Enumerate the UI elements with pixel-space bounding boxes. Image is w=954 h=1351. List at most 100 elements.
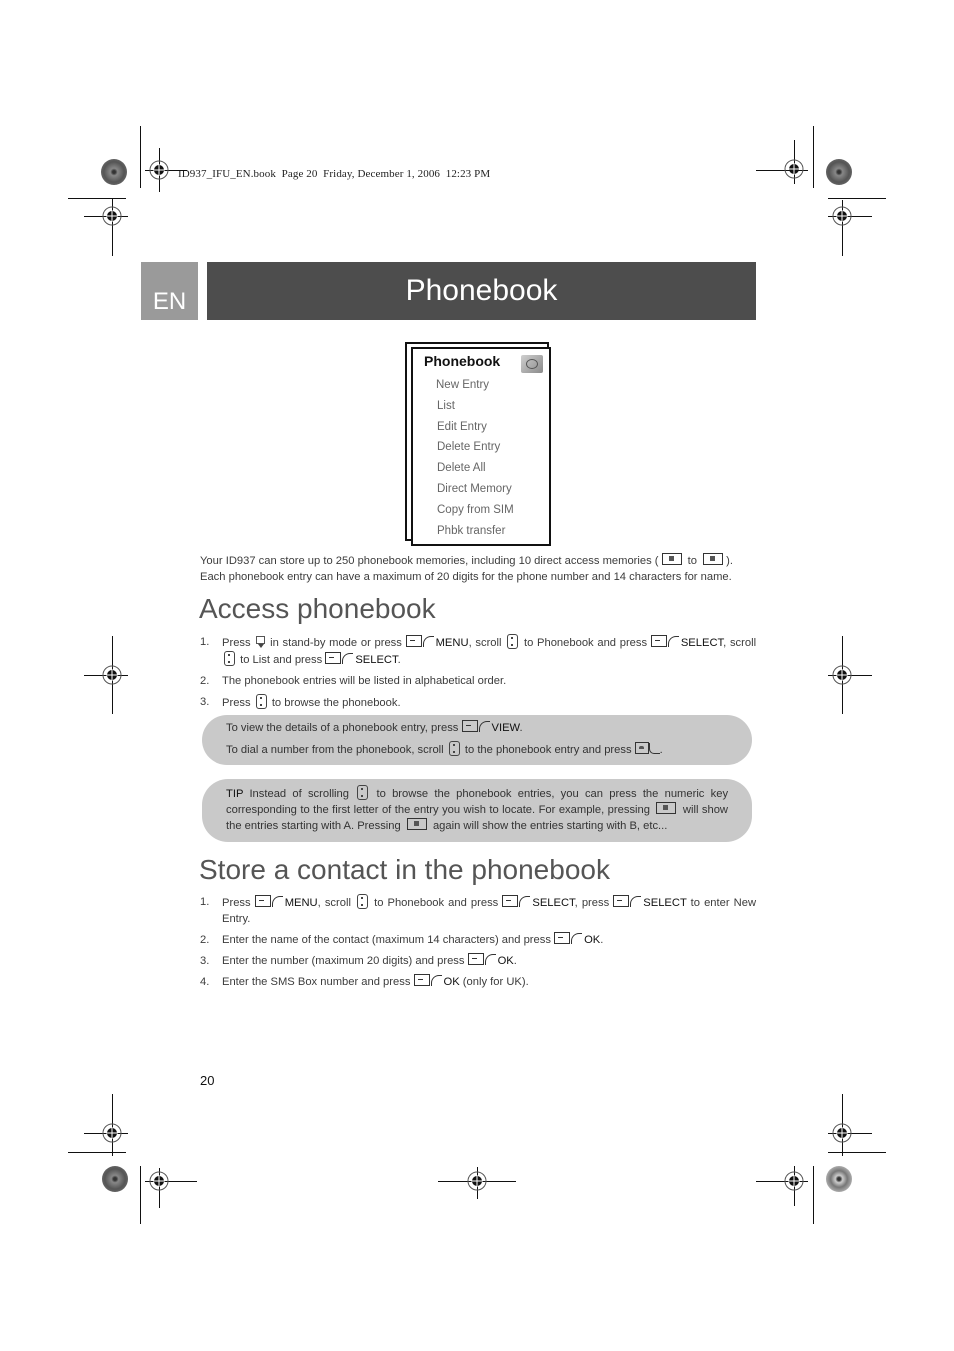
registration-mark-icon (782, 1169, 806, 1193)
softkey-icon (478, 721, 490, 732)
phone-menu-item: Copy from SIM (437, 503, 514, 516)
crop-line (813, 126, 814, 188)
softkey-icon (342, 653, 354, 664)
crop-line (828, 198, 886, 199)
intro-text: Each phonebook entry can have a maximum … (200, 571, 732, 583)
call-key-icon (648, 743, 660, 754)
step-text: Enter the number (maximum 20 digits) and… (222, 955, 465, 967)
phone-menu-item: List (437, 399, 455, 412)
note-text: . (659, 744, 663, 756)
step-text: in stand-by mode or press (270, 637, 402, 649)
key-0-icon (661, 553, 682, 565)
step-text: to Phonebook and press (374, 897, 499, 909)
intro-text: ). (726, 555, 733, 567)
phone-menu-item: Delete Entry (437, 441, 501, 454)
step-number: 3. (200, 696, 210, 708)
page-title: Phonebook (207, 262, 756, 320)
step-text: (only for UK). (459, 976, 529, 988)
key-9-icon (703, 553, 724, 565)
section-heading-store: Store a contact in the phonebook (199, 854, 610, 885)
phone-menu-item: Direct Memory (437, 482, 512, 495)
step: 3. Press to browse the phonebook. (200, 694, 756, 711)
page-number: 20 (200, 1073, 215, 1088)
softkey-icon (519, 896, 531, 907)
key-label: SELECT (680, 637, 724, 649)
crop-line (68, 198, 126, 199)
step-text: , press (574, 897, 610, 909)
step-text: The phonebook entries will be listed in … (222, 675, 507, 687)
registration-mark-icon (100, 1121, 124, 1145)
softkey-icon (484, 954, 496, 965)
tip-label: TIP (226, 788, 244, 800)
phone-menu-list: New Entry List Edit Entry Delete Entry D… (436, 375, 514, 541)
softkey-icon (650, 635, 667, 647)
scroll-key-icon (357, 785, 369, 800)
key-label: OK (443, 976, 460, 988)
crop-line (68, 1152, 126, 1153)
language-tab: EN (141, 262, 198, 320)
softkey-icon (467, 953, 484, 965)
step-number: 1. (200, 636, 210, 648)
step-number: 2. (200, 675, 210, 687)
registration-mark-icon (830, 663, 854, 687)
intro-text: to (687, 555, 697, 567)
section-heading-access: Access phonebook (199, 593, 436, 624)
color-spot (102, 1166, 128, 1192)
scroll-key-icon (357, 894, 369, 909)
registration-mark-icon (147, 158, 171, 182)
scroll-key-icon (255, 694, 267, 709)
step-number: 1. (200, 896, 210, 908)
step-text: to List and press (240, 654, 323, 666)
crop-line (140, 1166, 141, 1224)
softkey-icon (254, 895, 271, 907)
softkey-icon (554, 932, 571, 944)
step: 1. Press MENU, scroll to Phonebook and p… (200, 894, 756, 927)
tip-box: TIP Instead of scrolling to browse the p… (202, 779, 752, 842)
step-text: , scroll (317, 897, 351, 909)
color-spot (101, 159, 127, 185)
note-line: To view the details of a phonebook entry… (226, 720, 728, 736)
key-label: SELECT (532, 897, 575, 909)
intro-paragraph: Your ID937 can store up to 250 phonebook… (200, 553, 756, 585)
phone-menu-screen: Phonebook New Entry List Edit Entry Dele… (411, 347, 551, 546)
registration-mark-icon (830, 204, 854, 228)
note-line: To dial a number from the phonebook, scr… (226, 741, 728, 758)
phonebook-icon (521, 355, 543, 373)
key-2-icon (406, 818, 427, 830)
key-label: OK (584, 934, 601, 946)
step-number: 2. (200, 934, 210, 946)
registration-mark-icon (465, 1169, 489, 1193)
step: 1. Press in stand-by mode or press MENU,… (200, 634, 756, 668)
note-text: To view the details of a phonebook entry… (226, 722, 459, 734)
step-text: . (397, 654, 401, 666)
store-steps: 1. Press MENU, scroll to Phonebook and p… (200, 894, 756, 995)
softkey-icon (613, 895, 630, 907)
registration-mark-icon (782, 157, 806, 181)
step-number: 4. (200, 976, 210, 988)
softkey-icon (571, 933, 583, 944)
step-text: . (513, 955, 517, 967)
key-label: VIEW (491, 722, 520, 734)
softkey-icon (430, 975, 442, 986)
step: 3. Enter the number (maximum 20 digits) … (200, 953, 756, 969)
note-box: To view the details of a phonebook entry… (202, 715, 752, 765)
scroll-key-icon (507, 634, 519, 649)
step-text: Enter the name of the contact (maximum 1… (222, 934, 551, 946)
step-text: , scroll (723, 637, 757, 649)
step: 2. The phonebook entries will be listed … (200, 673, 756, 689)
crop-line (828, 1152, 886, 1153)
step-text: Press (222, 697, 251, 709)
key-label: MENU (435, 637, 469, 649)
crop-line (140, 126, 141, 188)
registration-mark-icon (100, 663, 124, 687)
softkey-icon (461, 720, 478, 732)
print-header: ID937_IFU_EN.book Page 20 Friday, Decemb… (178, 168, 491, 180)
softkey-icon (502, 895, 519, 907)
key-label: SELECT (355, 654, 398, 666)
softkey-icon (405, 635, 422, 647)
softkey-icon (630, 896, 642, 907)
phone-menu-item: New Entry (436, 379, 490, 391)
step: 4. Enter the SMS Box number and press OK… (200, 974, 756, 990)
softkey-icon (422, 636, 434, 647)
phone-menu-item: Edit Entry (437, 420, 487, 433)
